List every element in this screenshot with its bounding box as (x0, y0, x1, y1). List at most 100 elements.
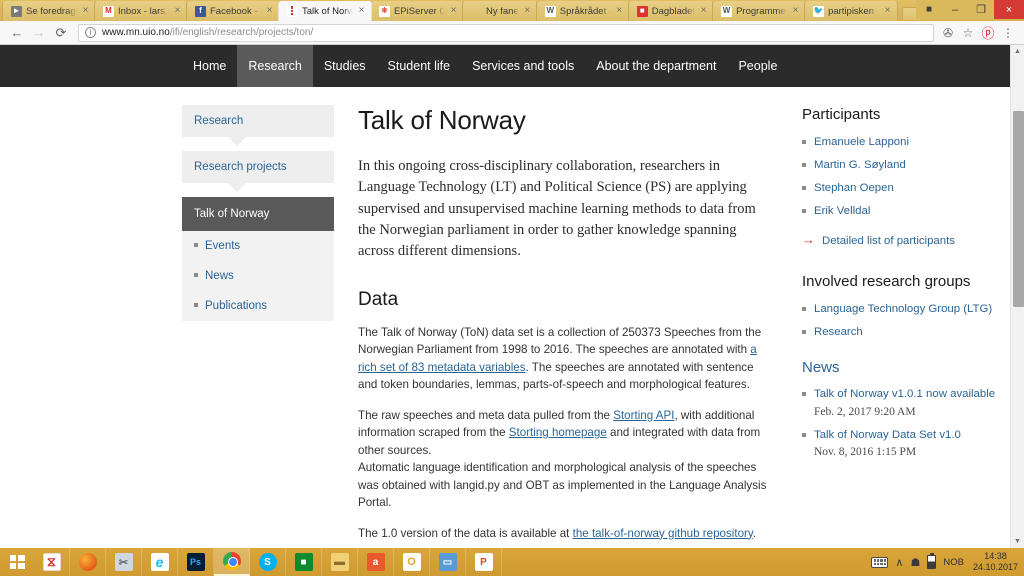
battery-icon[interactable] (927, 553, 937, 569)
bookmark-star-icon[interactable]: ☆ (958, 23, 978, 43)
user-profile-button[interactable]: ■ (916, 0, 942, 19)
tab-close-icon[interactable]: × (882, 6, 893, 16)
list-item[interactable]: Emanuele Lapponi (802, 134, 1002, 150)
participants-block: Participants Emanuele Lapponi Martin G. … (802, 105, 1002, 250)
browser-tab-active[interactable]: Talk of Norwa × (278, 1, 372, 21)
list-item[interactable]: Martin G. Søyland (802, 157, 1002, 173)
sidebar-item-news[interactable]: News (182, 261, 334, 291)
language-indicator[interactable]: NOB (943, 557, 964, 568)
browser-tab[interactable]: 🐦 partipisken – × (804, 1, 899, 21)
tab-close-icon[interactable]: × (80, 6, 91, 16)
section-heading-data: Data (358, 288, 399, 310)
network-icon[interactable]: ☗ (910, 556, 920, 569)
news-block: News Talk of Norway v1.0.1 now available… (802, 358, 1002, 461)
taskbar-app-file-explorer[interactable]: ▬ (322, 548, 358, 576)
reload-icon[interactable]: ⟳ (50, 22, 72, 44)
tab-close-icon[interactable]: × (614, 6, 625, 16)
uio-icon (287, 5, 298, 17)
forward-icon[interactable]: → (28, 22, 50, 44)
start-button[interactable] (0, 548, 34, 576)
list-item[interactable]: Erik Velldal (802, 203, 1002, 219)
browser-tab[interactable]: f Facebook - L × (186, 1, 280, 21)
sidebar-item-label: Publications (205, 300, 268, 312)
browser-tab[interactable]: W Språkrådet – × (535, 1, 630, 21)
keyboard-icon[interactable] (871, 556, 889, 568)
web-page: Home Research Studies Student life Servi… (0, 45, 1010, 548)
tab-close-icon[interactable]: × (172, 6, 183, 16)
chrome-menu-icon[interactable]: ⋮ (998, 23, 1018, 43)
news-heading[interactable]: News (802, 358, 1002, 378)
nav-item-student-life[interactable]: Student life (377, 45, 462, 87)
browser-tab[interactable]: M Inbox - lars.b × (94, 1, 188, 21)
taskbar-app-adobe-reader[interactable]: ⧖ (34, 548, 70, 576)
taskbar-app-sticky-notes[interactable]: ▭ (430, 548, 466, 576)
tab-close-icon[interactable]: × (790, 6, 801, 16)
page-scrollbar[interactable]: ▲ ▼ (1010, 45, 1024, 548)
list-item[interactable]: Talk of Norway v1.0.1 now available Feb.… (802, 386, 1002, 420)
scrollbar-thumb[interactable] (1013, 111, 1024, 307)
nav-item-people[interactable]: People (727, 45, 788, 87)
browser-tab[interactable]: Ny fane × (462, 1, 538, 21)
research-groups-block: Involved research groups Language Techno… (802, 272, 1002, 340)
list-item[interactable]: Language Technology Group (LTG) (802, 301, 1002, 317)
detailed-participants-link[interactable]: → Detailed list of participants (802, 231, 1002, 250)
show-hidden-icons-icon[interactable]: ∧ (895, 556, 903, 569)
scroll-down-icon[interactable]: ▼ (1011, 535, 1024, 548)
tab-close-icon[interactable]: × (448, 6, 459, 16)
nav-item-services-and-tools[interactable]: Services and tools (461, 45, 585, 87)
news-date: Nov. 8, 2016 1:15 PM (814, 446, 917, 459)
taskbar-app-windows-store[interactable]: ■ (286, 548, 322, 576)
github-repository-link[interactable]: the talk-of-norway github repository (573, 527, 753, 540)
browser-tab[interactable]: ■ Dagbladet × (627, 1, 715, 21)
wikipedia-icon: W (721, 5, 733, 17)
list-item[interactable]: Stephan Oepen (802, 180, 1002, 196)
page-columns: Research Research projects Talk of Norwa… (0, 87, 1010, 548)
close-button[interactable]: × (994, 0, 1024, 19)
taskbar-app-acrobat[interactable]: a (358, 548, 394, 576)
list-item[interactable]: Talk of Norway Data Set v1.0 Nov. 8, 201… (802, 427, 1002, 461)
nav-item-home[interactable]: Home (182, 45, 237, 87)
taskbar-app-google-chrome[interactable] (214, 548, 250, 576)
back-icon[interactable]: ← (6, 22, 28, 44)
taskbar-app-photoshop[interactable]: Ps (178, 548, 214, 576)
main-content: Talk of Norway In this ongoing cross-dis… (334, 105, 802, 548)
address-bar[interactable]: i www.mn.uio.no/ifi/english/research/pro… (78, 23, 934, 42)
translate-icon[interactable]: ✇ (938, 23, 958, 43)
tab-close-icon[interactable]: × (264, 6, 275, 16)
internet-explorer-icon: e (150, 553, 169, 571)
tab-close-icon[interactable]: × (522, 6, 533, 16)
sidebar-crumb-research[interactable]: Research (182, 105, 334, 146)
browser-tab[interactable]: ► Se foredrage × (2, 1, 96, 21)
storting-api-link[interactable]: Storting API (613, 409, 674, 422)
pinterest-icon[interactable]: ⓟ (978, 23, 998, 43)
list-item[interactable]: Research (802, 324, 1002, 340)
sidebar-item-talk-of-norway[interactable]: Talk of Norway (182, 197, 334, 231)
taskbar-app-snipping-tool[interactable]: ✂ (106, 548, 142, 576)
nav-item-studies[interactable]: Studies (313, 45, 377, 87)
tab-close-icon[interactable]: × (356, 6, 367, 16)
sidebar-item-publications[interactable]: Publications (182, 291, 334, 321)
browser-window: ► Se foredrage × M Inbox - lars.b × f Fa… (0, 0, 1024, 548)
maximize-button[interactable]: ❐ (968, 0, 994, 19)
tab-close-icon[interactable]: × (698, 6, 709, 16)
storting-homepage-link[interactable]: Storting homepage (509, 426, 607, 439)
sidebar-item-events[interactable]: Events (182, 231, 334, 261)
clock[interactable]: 14:38 24.10.2017 (971, 551, 1018, 572)
taskbar-app-skype[interactable]: S (250, 548, 286, 576)
taskbar-app-firefox[interactable] (70, 548, 106, 576)
clock-date: 24.10.2017 (972, 562, 1018, 572)
browser-tab[interactable]: ❋ EPiServer CM × (370, 1, 464, 21)
scroll-up-icon[interactable]: ▲ (1011, 45, 1024, 58)
taskbar-app-powerpoint[interactable]: P (466, 548, 502, 576)
sidebar-item-label: Events (205, 240, 241, 252)
nav-item-about-the-department[interactable]: About the department (585, 45, 727, 87)
taskbar-app-internet-explorer[interactable]: e (142, 548, 178, 576)
taskbar-app-outlook[interactable]: O (394, 548, 430, 576)
page-title: Talk of Norway (358, 105, 526, 135)
site-info-icon[interactable]: i (85, 27, 96, 38)
sidebar-crumb-research-projects[interactable]: Research projects (182, 151, 334, 192)
minimize-button[interactable]: – (942, 0, 968, 19)
nav-item-research[interactable]: Research (237, 45, 313, 87)
browser-tab[interactable]: W Programmer × (712, 1, 807, 21)
episerver-icon: ❋ (379, 5, 390, 17)
